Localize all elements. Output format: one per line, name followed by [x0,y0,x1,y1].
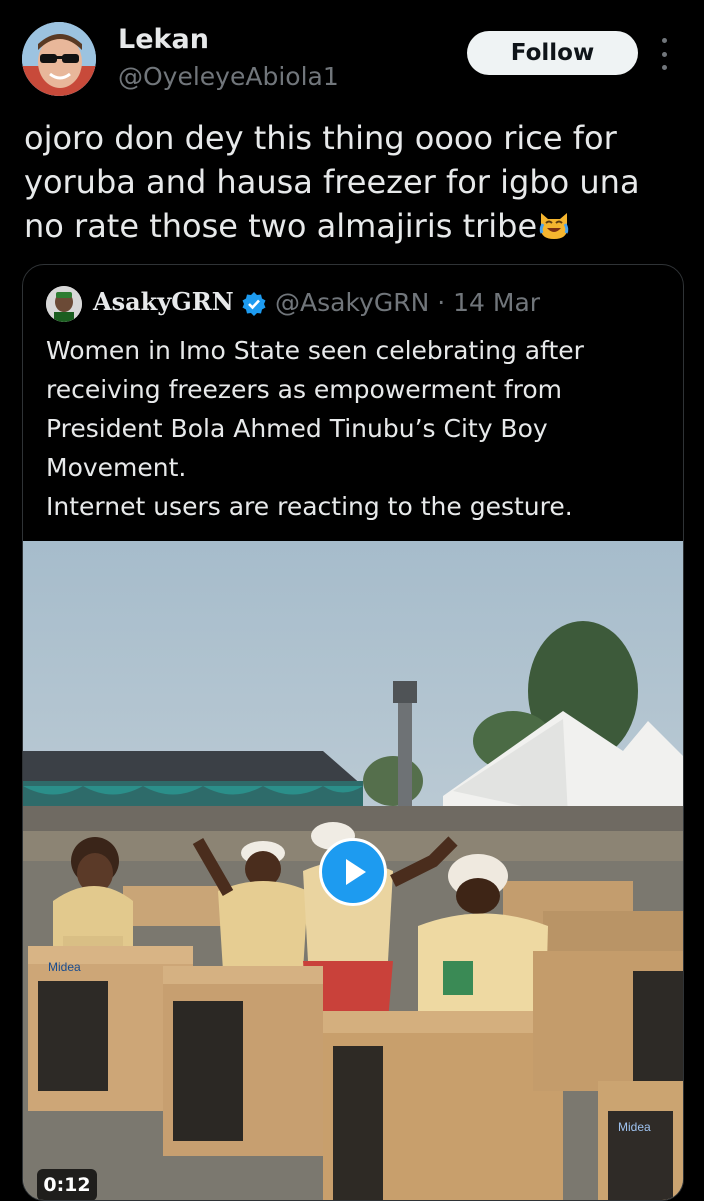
video-media[interactable]: Midea Midea [23,541,683,1200]
quote-avatar[interactable] [46,286,82,322]
cat-crying-laughing-emoji [539,213,569,239]
quote-author-name[interactable]: AsakyGRN [93,287,234,316]
avatar-icon [22,22,96,96]
video-duration: 0:12 [37,1169,97,1200]
quote-text-line: Internet users are reacting to the gestu… [46,492,573,521]
author-avatar[interactable] [22,22,96,96]
quoted-tweet-card[interactable]: AsakyGRN @AsakyGRN · 14 Mar Women in Imo… [22,264,684,1201]
quote-text: Women in Imo State seen celebrating afte… [46,331,666,526]
play-button[interactable] [319,838,387,906]
box-brand-text: Midea [618,1120,651,1134]
author-name[interactable]: Lekan [118,24,209,55]
quote-text-line: Women in Imo State seen celebrating afte… [46,336,584,482]
quote-handle-date[interactable]: @AsakyGRN · 14 Mar [275,288,540,317]
tweet-text: ojoro don dey this thing oooo rice for y… [24,116,684,248]
follow-button[interactable]: Follow [467,31,638,75]
more-options-icon[interactable] [654,38,674,70]
verified-badge-icon [242,292,266,316]
play-icon [346,859,366,885]
quote-avatar-icon [46,286,82,322]
box-brand-text: Midea [48,960,81,974]
author-handle[interactable]: @OyeleyeAbiola1 [118,62,339,91]
